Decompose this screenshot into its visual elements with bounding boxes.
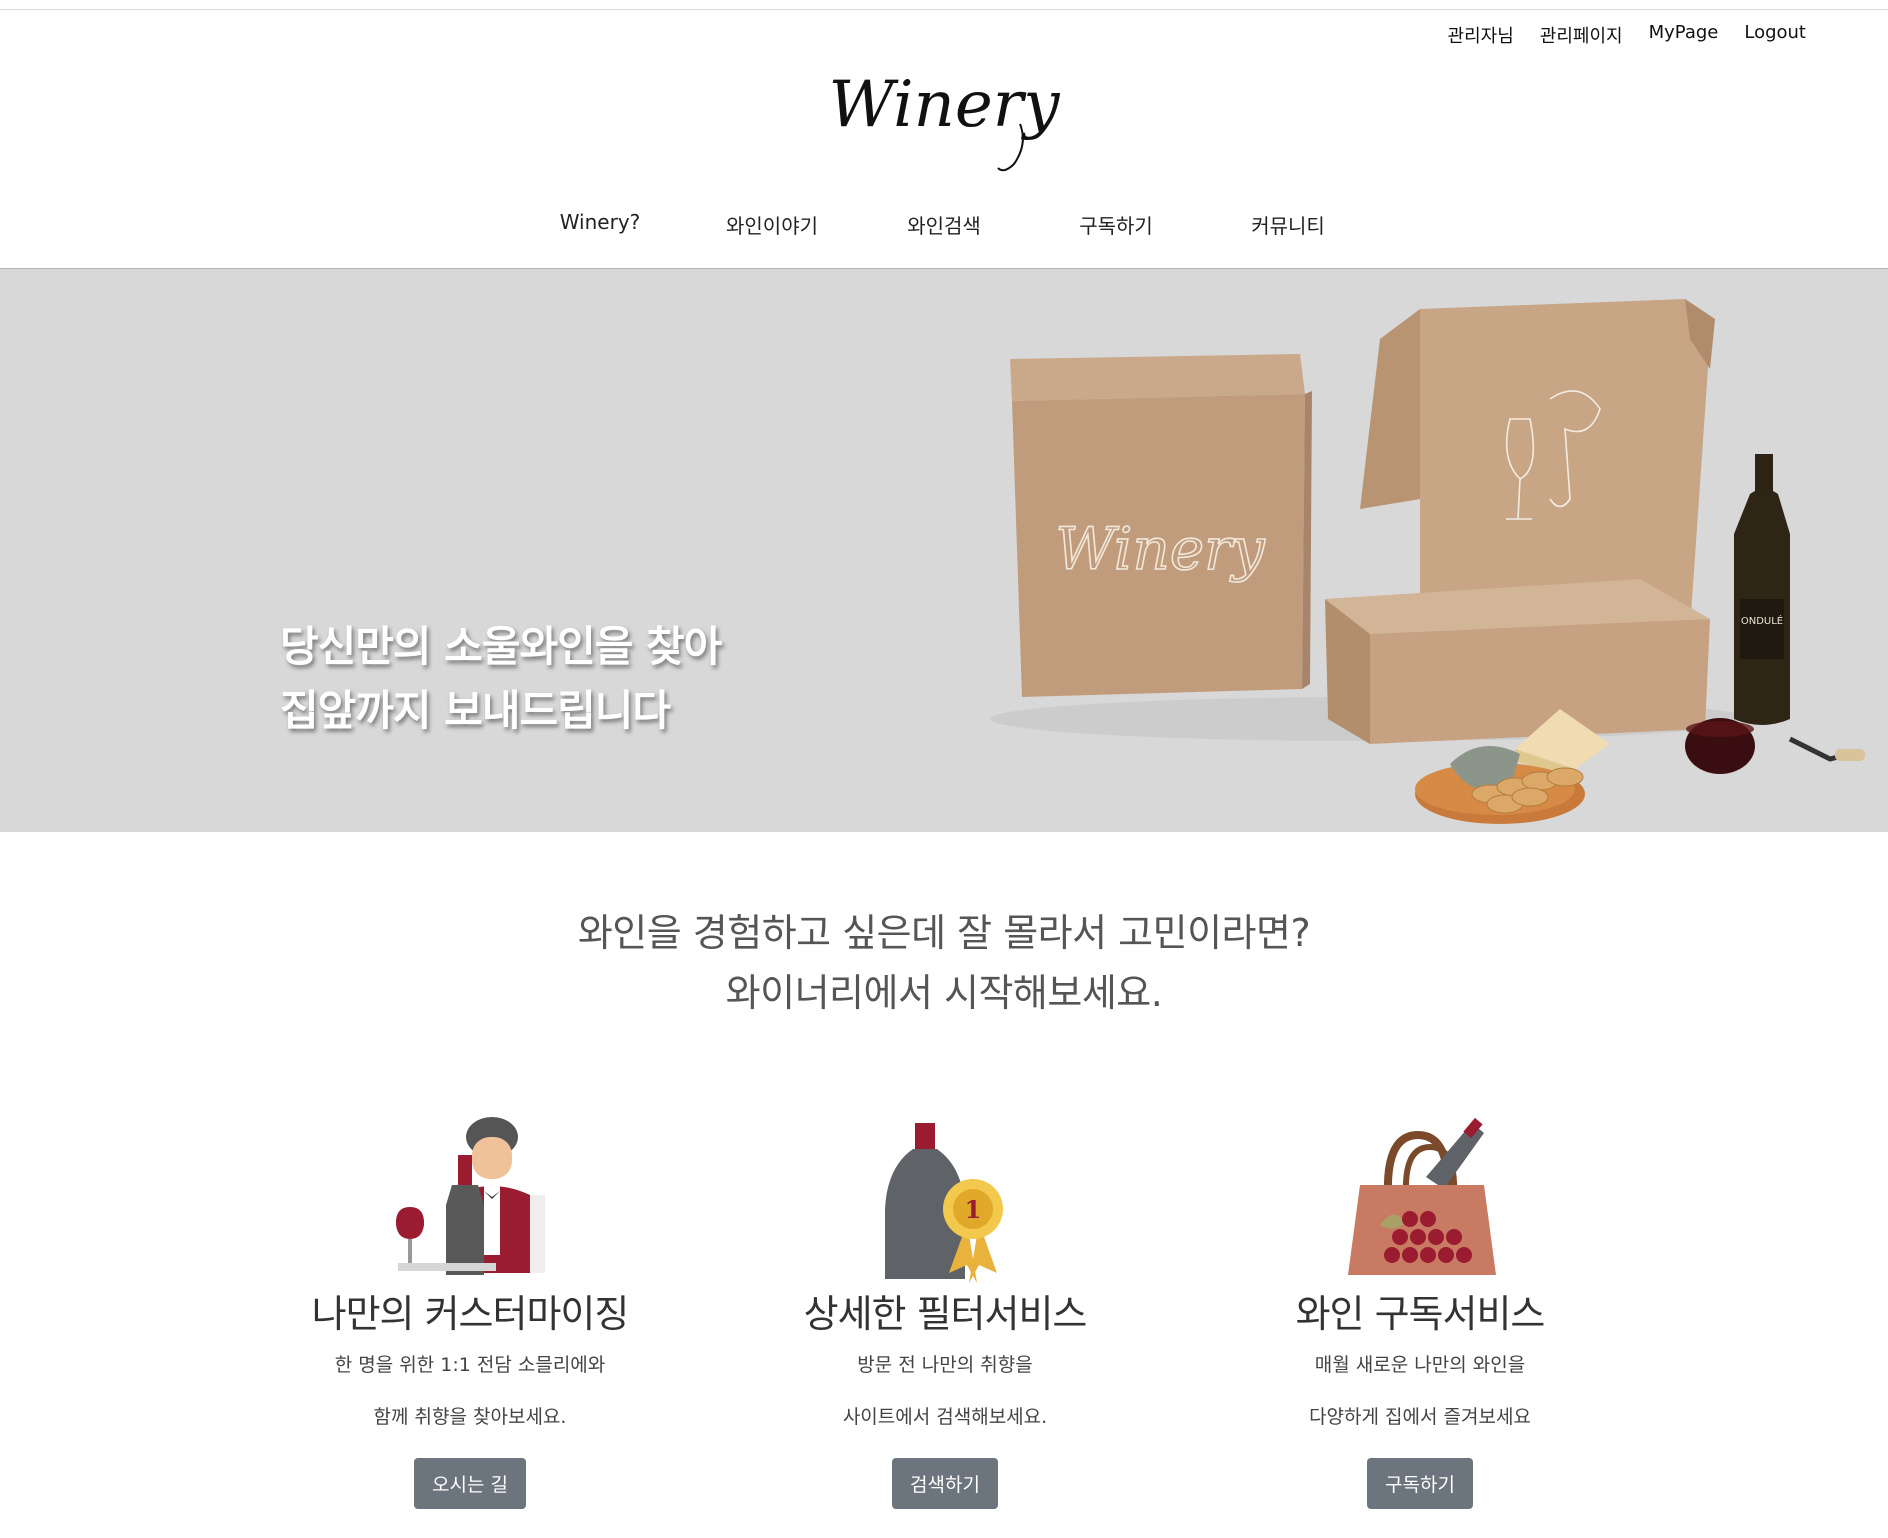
- feature-card-customizing: 나만의 커스터마이징 한 명을 위한 1:1 전담 소믈리에와 함께 취향을 찾…: [230, 1115, 710, 1509]
- nav-item-subscribe[interactable]: 구독하기: [1030, 210, 1202, 239]
- sommelier-icon: [395, 1117, 545, 1275]
- intro-line-1: 와인을 경험하고 싶은데 잘 몰라서 고민이라면?: [577, 911, 1311, 955]
- feature-desc-1: 매월 새로운 나만의 와인을: [1314, 1354, 1526, 1376]
- directions-button[interactable]: 오시는 길: [414, 1458, 526, 1509]
- feature-desc-2: 사이트에서 검색해보세요.: [842, 1406, 1048, 1428]
- feature-desc-1: 한 명을 위한 1:1 전담 소믈리에와: [334, 1354, 606, 1376]
- site-logo[interactable]: Winery: [0, 62, 1888, 186]
- hero-banner: 당신만의 소울와인을 찾아 집앞까지 보내드립니다 Winery ONDULÉ: [0, 269, 1888, 832]
- util-link-logout[interactable]: Logout: [1744, 22, 1806, 48]
- wine-bag-icon: [1348, 1117, 1496, 1275]
- feature-title: 나만의 커스터마이징: [311, 1292, 630, 1336]
- feature-card-subscription: 와인 구독서비스 매월 새로운 나만의 와인을 다양하게 집에서 즐겨보세요 구…: [1180, 1115, 1660, 1509]
- feature-card-filter: 1 상세한 필터서비스 방문 전 나만의 취향을 사이트에서 검색해보세요. 검…: [705, 1115, 1185, 1509]
- svg-text:1: 1: [965, 1195, 982, 1224]
- winery-logo-mark: Winery: [829, 68, 1061, 172]
- wine-box-illustration: Winery ONDULÉ: [990, 299, 1865, 824]
- award-bottle-icon: 1: [885, 1123, 1003, 1283]
- util-link-admin-page[interactable]: 관리페이지: [1540, 22, 1623, 48]
- nav-item-wine-search[interactable]: 와인검색: [858, 210, 1030, 239]
- bottle-label: ONDULÉ: [1741, 614, 1783, 627]
- util-link-mypage[interactable]: MyPage: [1649, 22, 1719, 48]
- feature-desc-2: 함께 취향을 찾아보세요.: [373, 1406, 567, 1428]
- svg-text:Winery: Winery: [829, 68, 1061, 142]
- intro-line-2: 와이너리에서 시작해보세요.: [725, 971, 1163, 1015]
- hero-line-2: 집앞까지 보내드립니다: [280, 686, 671, 735]
- feature-desc-1: 방문 전 나만의 취향을: [857, 1354, 1033, 1376]
- feature-desc-2: 다양하게 집에서 즐겨보세요: [1309, 1406, 1531, 1428]
- nav-item-community[interactable]: 커뮤니티: [1202, 210, 1374, 239]
- nav-item-winery[interactable]: Winery?: [514, 210, 686, 239]
- nav-item-wine-story[interactable]: 와인이야기: [686, 210, 858, 239]
- intro-section: 와인을 경험하고 싶은데 잘 몰라서 고민이라면? 와이너리에서 시작해보세요.: [0, 903, 1888, 1023]
- main-nav: Winery? 와인이야기 와인검색 구독하기 커뮤니티: [0, 210, 1888, 239]
- hero-headline: 당신만의 소울와인을 찾아 집앞까지 보내드립니다: [280, 615, 722, 743]
- top-rule: [0, 0, 1888, 10]
- feature-title: 와인 구독서비스: [1295, 1292, 1546, 1336]
- subscribe-button[interactable]: 구독하기: [1367, 1458, 1473, 1509]
- feature-title: 상세한 필터서비스: [803, 1292, 1088, 1336]
- util-link-admin-name[interactable]: 관리자님: [1448, 22, 1514, 48]
- box-logo: Winery: [1055, 515, 1266, 583]
- hero-line-1: 당신만의 소울와인을 찾아: [280, 622, 722, 671]
- utility-nav: 관리자님 관리페이지 MyPage Logout: [1448, 22, 1806, 48]
- page: 관리자님 관리페이지 MyPage Logout Winery Winery? …: [0, 0, 1888, 1538]
- search-button[interactable]: 검색하기: [892, 1458, 998, 1509]
